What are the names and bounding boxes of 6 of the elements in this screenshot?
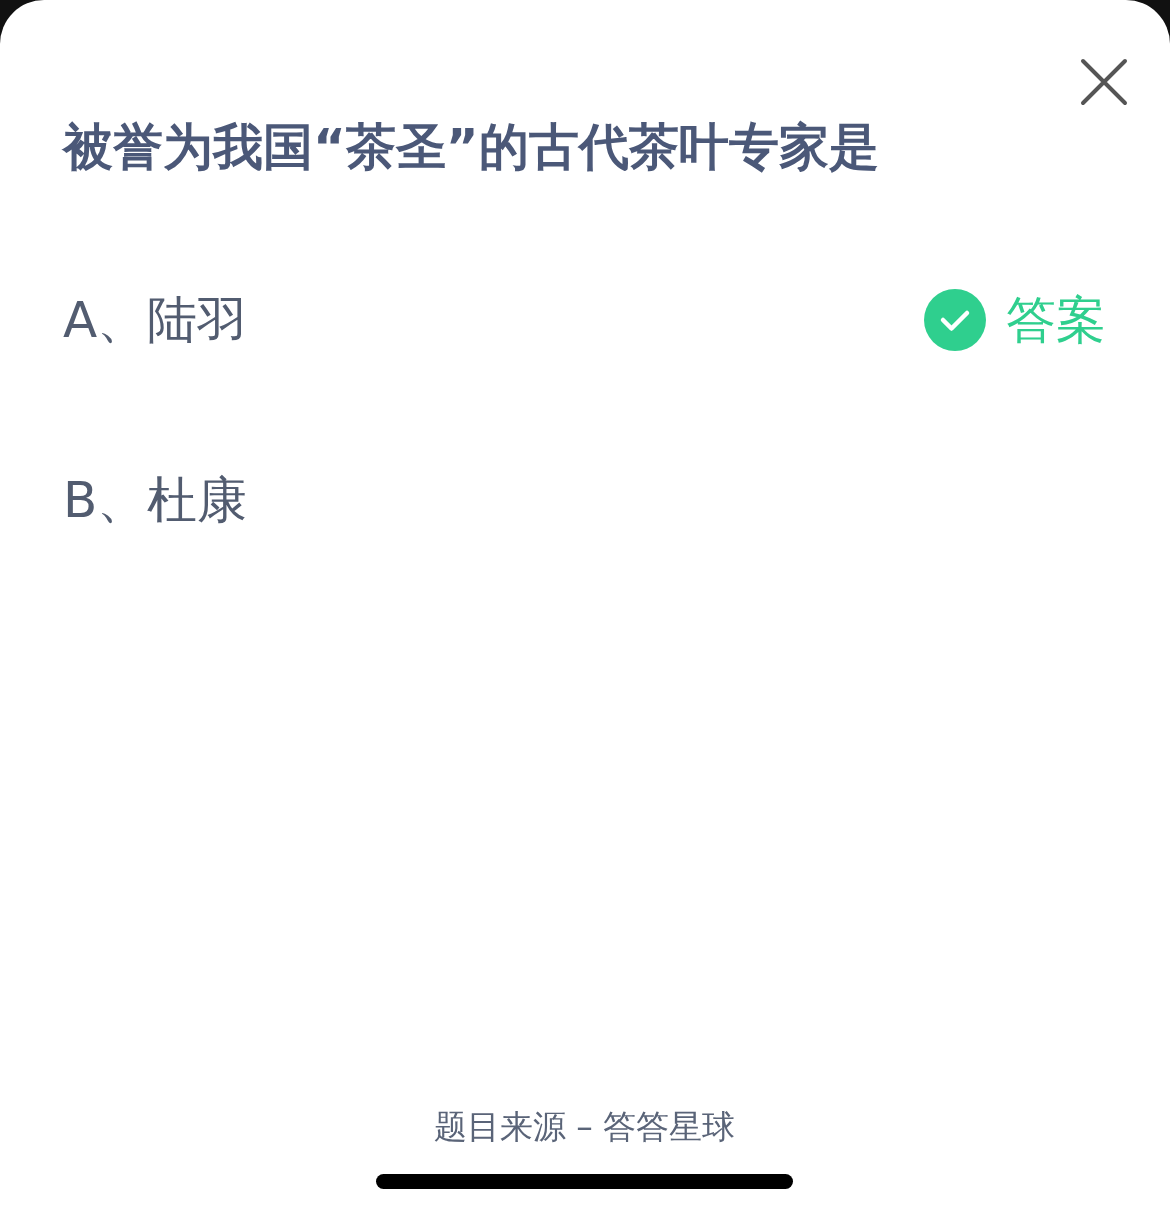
close-icon[interactable] [1080,58,1128,106]
option-text[interactable]: A、陆羽 [63,286,248,354]
question-title: 被誉为我国“茶圣”的古代茶叶专家是 [63,117,880,178]
option-text[interactable]: B、杜康 [63,466,248,534]
answer-label: 答案 [1006,289,1106,351]
source-text: 题目来源 – 答答星球 [432,1106,737,1148]
